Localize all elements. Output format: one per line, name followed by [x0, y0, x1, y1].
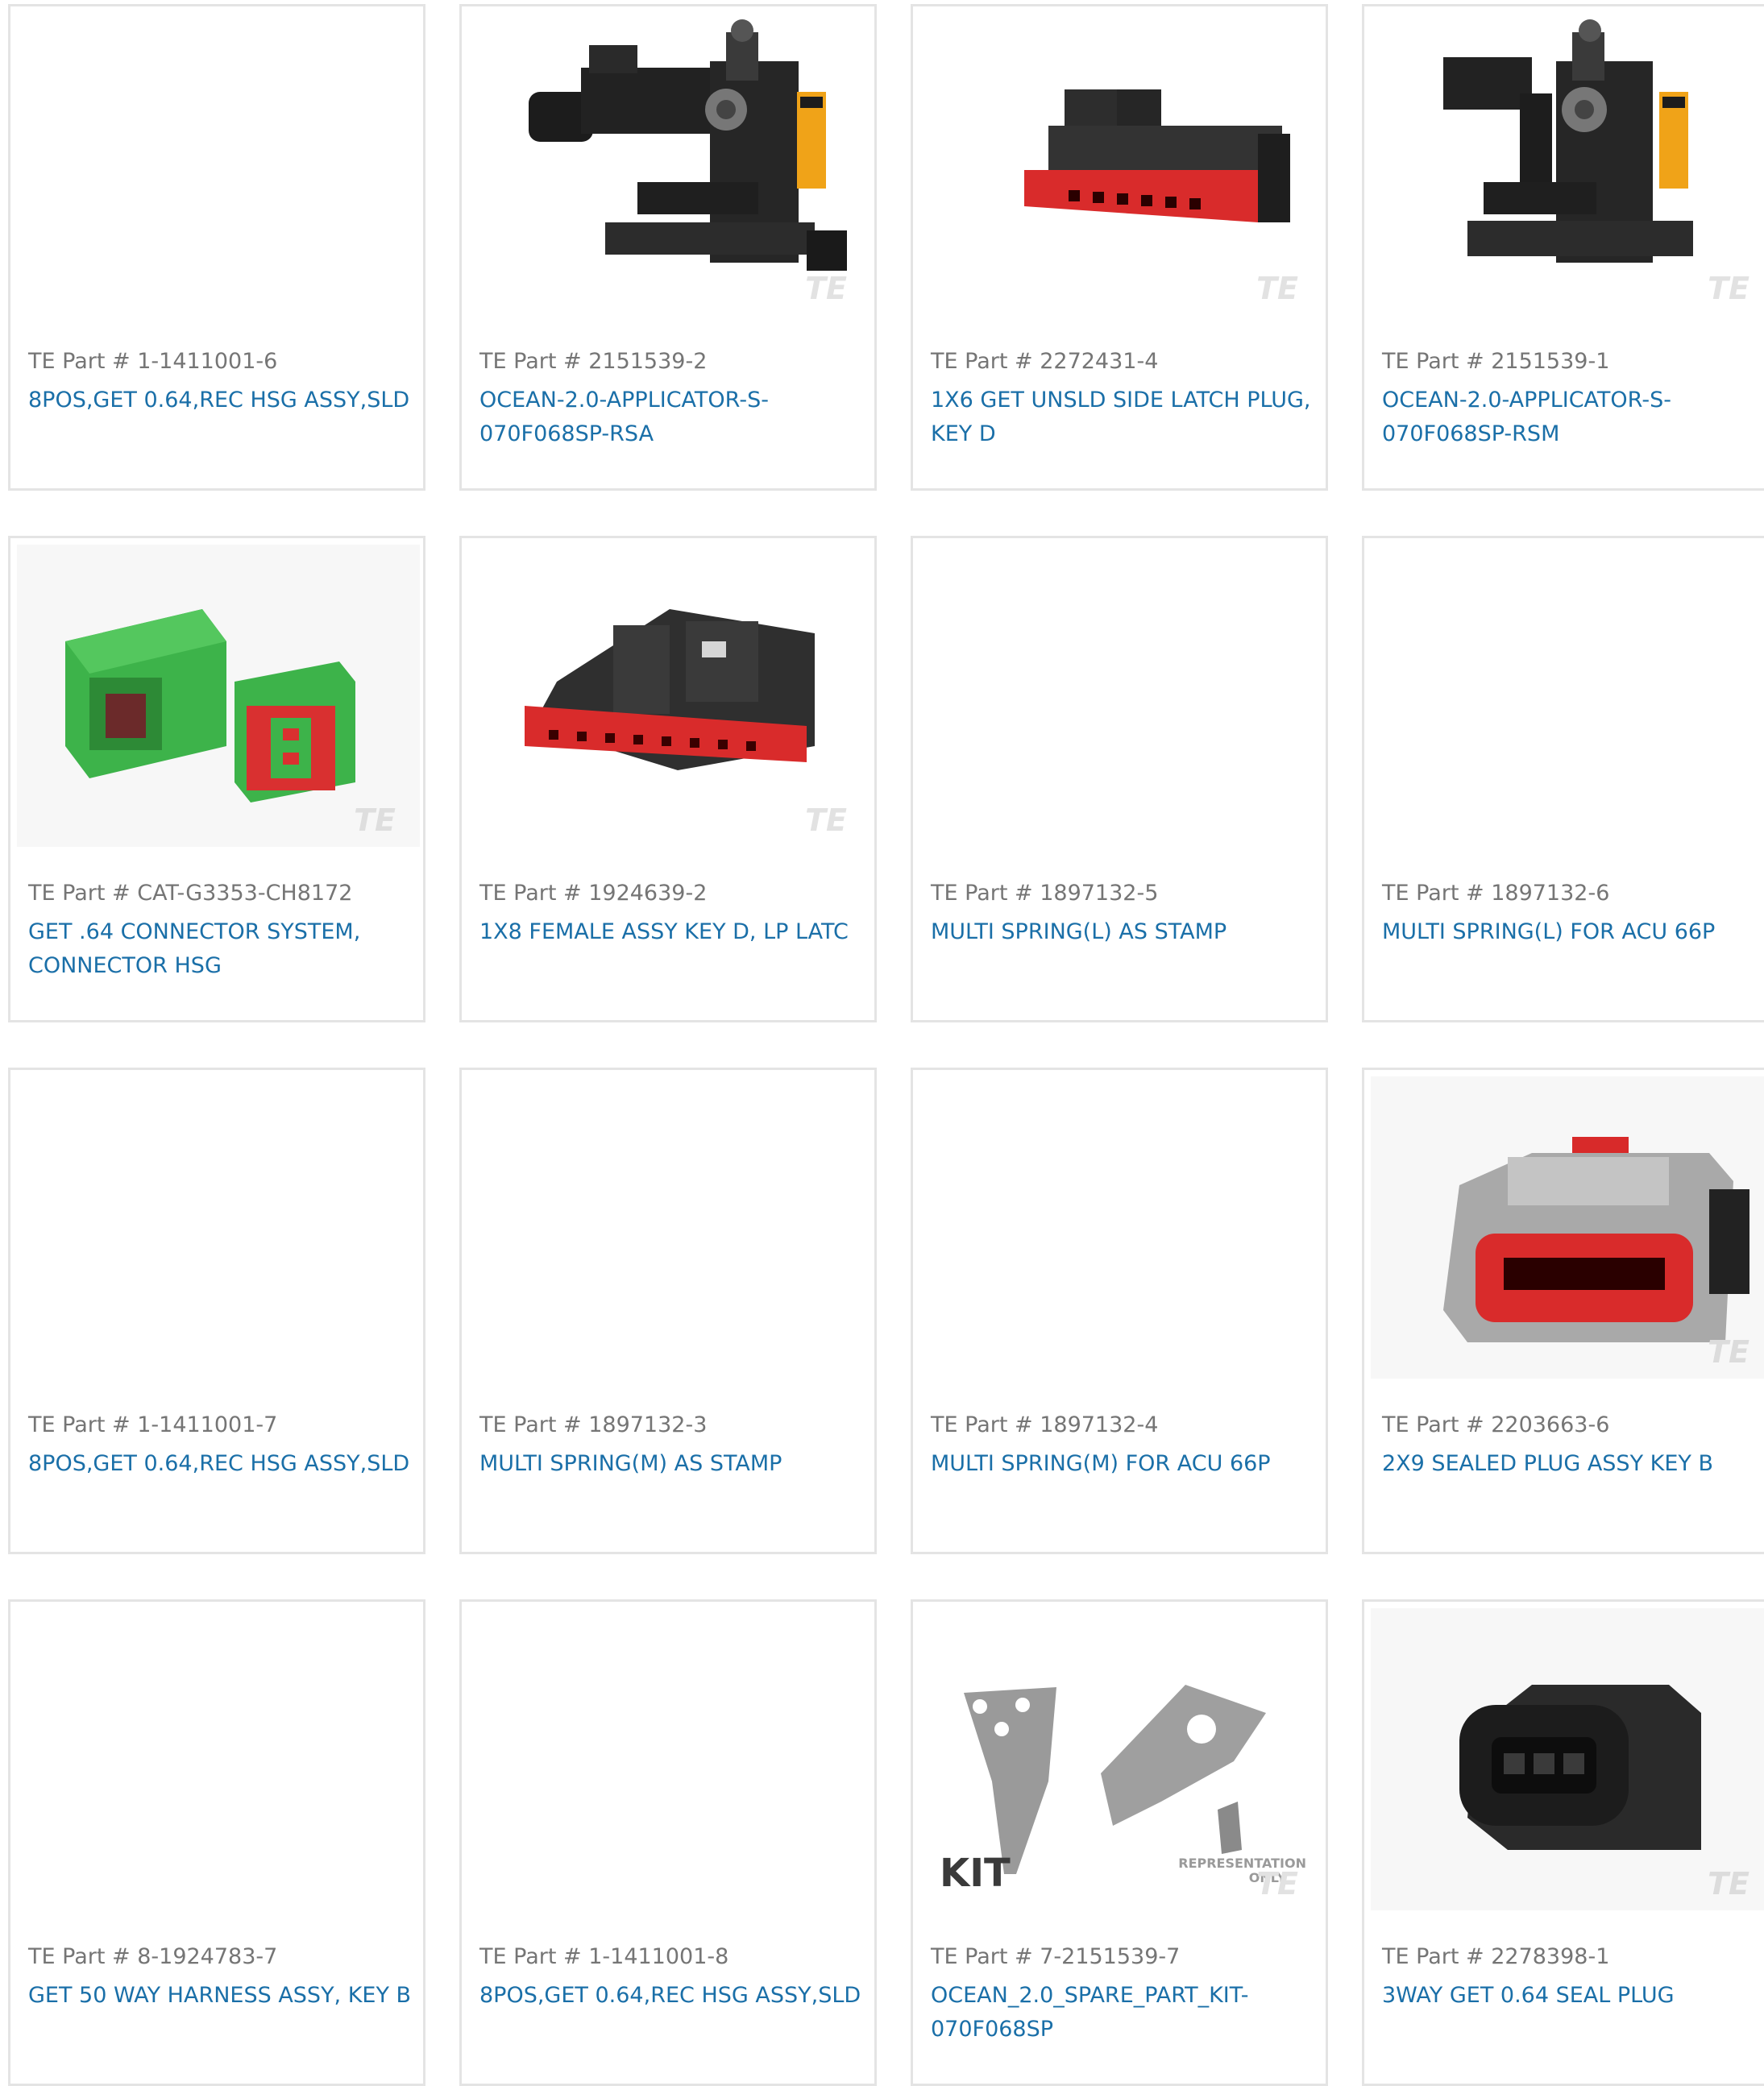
red-black-housing-image: TE — [468, 545, 871, 847]
product-title-link[interactable]: OCEAN-2.0-APPLICATOR-S-070F068SP-RSM — [1382, 384, 1764, 451]
product-image-placeholder — [17, 13, 420, 315]
part-number: TE Part # 1924639-2 — [479, 881, 708, 906]
product-image-placeholder — [468, 1076, 871, 1379]
product-image-placeholder — [1371, 545, 1764, 847]
product-image-placeholder — [919, 1076, 1322, 1379]
te-watermark: TE — [1708, 1334, 1749, 1370]
part-number: TE Part # 7-2151539-7 — [931, 1944, 1181, 1969]
part-number: TE Part # 2272431-4 — [931, 349, 1159, 374]
product-title-link[interactable]: OCEAN-2.0-APPLICATOR-S-070F068SP-RSA — [479, 384, 866, 451]
product-title-link[interactable]: 8POS,GET 0.64,REC HSG ASSY,SLD — [479, 1979, 866, 2013]
part-number: TE Part # 1-1411001-8 — [479, 1944, 729, 1969]
product-image-placeholder — [17, 1076, 420, 1379]
te-watermark: TE — [354, 802, 396, 838]
gray-sealed-plug-image: TE — [1371, 1076, 1764, 1379]
product-card[interactable]: TE TE Part # 2151539-1 OCEAN-2.0-APPLICA… — [1362, 4, 1764, 491]
product-card[interactable]: TE TE Part # 1924639-2 1X8 FEMALE ASSY K… — [459, 536, 877, 1022]
part-number: TE Part # 2151539-1 — [1382, 349, 1610, 374]
product-grid: TE Part # 1-1411001-6 8POS,GET 0.64,REC … — [0, 0, 1764, 2086]
part-number: TE Part # 2278398-1 — [1382, 1944, 1610, 1969]
te-watermark: TE — [805, 802, 847, 838]
part-number: TE Part # 1897132-3 — [479, 1412, 708, 1437]
product-title-link[interactable]: 3WAY GET 0.64 SEAL PLUG — [1382, 1979, 1764, 2013]
product-title-link[interactable]: 8POS,GET 0.64,REC HSG ASSY,SLD — [28, 1447, 415, 1481]
te-watermark: TE — [1256, 271, 1298, 306]
te-watermark: TE — [1256, 1866, 1298, 1901]
product-title-link[interactable]: 2X9 SEALED PLUG ASSY KEY B — [1382, 1447, 1764, 1481]
product-card[interactable]: TE Part # 1-1411001-6 8POS,GET 0.64,REC … — [8, 4, 425, 491]
product-image-placeholder — [17, 1608, 420, 1910]
part-number: TE Part # 1897132-4 — [931, 1412, 1159, 1437]
product-card[interactable]: TE Part # 1-1411001-8 8POS,GET 0.64,REC … — [459, 1599, 877, 2086]
product-card[interactable]: TE TE Part # CAT-G3353-CH8172 GET .64 CO… — [8, 536, 425, 1022]
product-card[interactable]: TE TE Part # 2151539-2 OCEAN-2.0-APPLICA… — [459, 4, 877, 491]
product-card[interactable]: TE TE Part # 2203663-6 2X9 SEALED PLUG A… — [1362, 1068, 1764, 1554]
product-image-placeholder — [468, 1608, 871, 1910]
te-watermark: TE — [805, 271, 847, 306]
part-number: TE Part # 1897132-5 — [931, 881, 1159, 906]
product-title-link[interactable]: 1X8 FEMALE ASSY KEY D, LP LATC — [479, 915, 866, 949]
green-connectors-image: TE — [17, 545, 420, 847]
red-black-plug-image: TE — [919, 13, 1322, 315]
te-watermark: TE — [1708, 1866, 1749, 1901]
product-card[interactable]: TE TE Part # 2272431-4 1X6 GET UNSLD SID… — [911, 4, 1328, 491]
spare-kit-image: KIT REPRESENTATION ONLY TE — [919, 1608, 1322, 1910]
product-card[interactable]: TE Part # 1897132-4 MULTI SPRING(M) FOR … — [911, 1068, 1328, 1554]
product-card[interactable]: TE TE Part # 2278398-1 3WAY GET 0.64 SEA… — [1362, 1599, 1764, 2086]
part-number: TE Part # 1-1411001-6 — [28, 349, 278, 374]
product-card[interactable]: TE Part # 8-1924783-7 GET 50 WAY HARNESS… — [8, 1599, 425, 2086]
part-number: TE Part # 1-1411001-7 — [28, 1412, 278, 1437]
product-card[interactable]: TE Part # 1-1411001-7 8POS,GET 0.64,REC … — [8, 1068, 425, 1554]
product-title-link[interactable]: GET 50 WAY HARNESS ASSY, KEY B — [28, 1979, 415, 2013]
product-title-link[interactable]: 8POS,GET 0.64,REC HSG ASSY,SLD — [28, 384, 415, 417]
product-title-link[interactable]: 1X6 GET UNSLD SIDE LATCH PLUG, KEY D — [931, 384, 1318, 451]
product-title-link[interactable]: MULTI SPRING(L) FOR ACU 66P — [1382, 915, 1764, 949]
product-image-placeholder — [919, 545, 1322, 847]
part-number: TE Part # CAT-G3353-CH8172 — [28, 881, 353, 906]
product-title-link[interactable]: MULTI SPRING(M) FOR ACU 66P — [931, 1447, 1318, 1481]
product-card[interactable]: TE Part # 1897132-6 MULTI SPRING(L) FOR … — [1362, 536, 1764, 1022]
applicator-image: TE — [468, 13, 871, 315]
product-title-link[interactable]: MULTI SPRING(L) AS STAMP — [931, 915, 1318, 949]
kit-label: KIT — [940, 1851, 1011, 1896]
part-number: TE Part # 2203663-6 — [1382, 1412, 1610, 1437]
te-watermark: TE — [1708, 271, 1749, 306]
black-seal-plug-image: TE — [1371, 1608, 1764, 1910]
part-number: TE Part # 8-1924783-7 — [28, 1944, 278, 1969]
product-card[interactable]: TE Part # 1897132-3 MULTI SPRING(M) AS S… — [459, 1068, 877, 1554]
product-title-link[interactable]: OCEAN_2.0_SPARE_PART_KIT-070F068SP — [931, 1979, 1318, 2047]
product-card[interactable]: TE Part # 1897132-5 MULTI SPRING(L) AS S… — [911, 536, 1328, 1022]
product-title-link[interactable]: GET .64 CONNECTOR SYSTEM, CONNECTOR HSG — [28, 915, 415, 983]
product-card[interactable]: KIT REPRESENTATION ONLY TE TE Part # 7-2… — [911, 1599, 1328, 2086]
part-number: TE Part # 1897132-6 — [1382, 881, 1610, 906]
part-number: TE Part # 2151539-2 — [479, 349, 708, 374]
applicator-image: TE — [1371, 13, 1764, 315]
product-title-link[interactable]: MULTI SPRING(M) AS STAMP — [479, 1447, 866, 1481]
